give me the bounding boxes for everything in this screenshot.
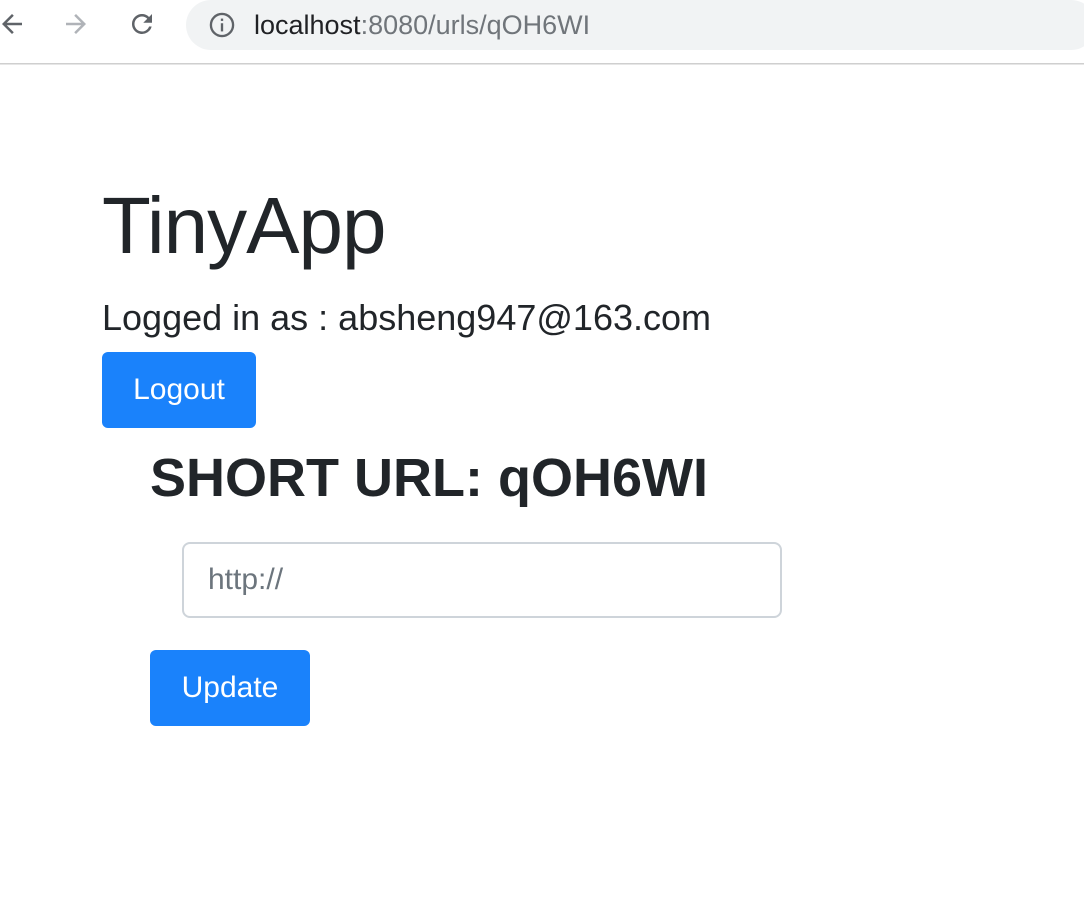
page-title: TinyApp bbox=[102, 181, 387, 270]
logged-in-status: Logged in as : absheng947@163.com bbox=[102, 297, 711, 338]
back-arrow-icon bbox=[0, 9, 27, 39]
forward-button[interactable] bbox=[58, 6, 94, 42]
forward-arrow-icon bbox=[61, 9, 91, 39]
url-text[interactable]: localhost:8080/urls/qOH6WI bbox=[254, 10, 590, 41]
short-url-heading: SHORT URL: qOH6WI bbox=[150, 448, 708, 508]
url-host: localhost bbox=[254, 9, 361, 40]
address-bar[interactable]: localhost:8080/urls/qOH6WI bbox=[186, 0, 1084, 50]
logout-button[interactable]: Logout bbox=[102, 352, 256, 428]
back-button[interactable] bbox=[0, 6, 30, 42]
url-path: :8080/urls/qOH6WI bbox=[360, 9, 591, 40]
info-icon[interactable] bbox=[208, 11, 236, 39]
browser-toolbar: localhost:8080/urls/qOH6WI bbox=[0, 0, 1084, 64]
long-url-input[interactable] bbox=[182, 542, 782, 618]
reload-icon bbox=[127, 9, 157, 39]
update-button[interactable]: Update bbox=[150, 650, 310, 726]
page-header: TinyApp Logged in as : absheng947@163.co… bbox=[102, 180, 711, 338]
reload-button[interactable] bbox=[124, 6, 160, 42]
